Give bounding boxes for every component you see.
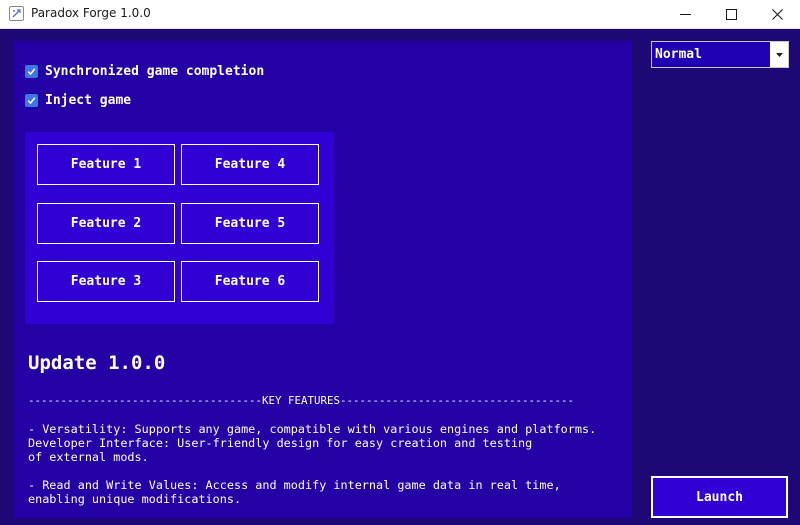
- minimize-button[interactable]: [662, 0, 708, 28]
- main-panel: Synchronized game completion Inject game…: [14, 41, 632, 518]
- feature-6-button[interactable]: Feature 6: [181, 261, 319, 302]
- maximize-button[interactable]: [708, 0, 754, 28]
- checkbox-checked-icon[interactable]: [25, 93, 38, 107]
- sync-completion-label: Synchronized game completion: [45, 63, 265, 79]
- launch-button[interactable]: Launch: [651, 476, 788, 518]
- feature-2-button[interactable]: Feature 2: [37, 203, 175, 244]
- features-grid: Feature 1 Feature 2 Feature 3 Feature 4 …: [25, 132, 334, 324]
- feature-1-button[interactable]: Feature 1: [37, 144, 175, 185]
- inject-game-checkbox[interactable]: Inject game: [25, 91, 131, 109]
- update-title: Update 1.0.0: [28, 352, 166, 374]
- mode-dropdown[interactable]: Normal: [651, 41, 789, 68]
- close-button[interactable]: [754, 0, 800, 28]
- mode-selected-value: Normal: [655, 47, 702, 62]
- inject-game-label: Inject game: [45, 92, 132, 108]
- close-icon: [771, 8, 783, 20]
- sync-completion-checkbox[interactable]: Synchronized game completion: [25, 62, 264, 80]
- dropdown-arrow-icon[interactable]: [770, 42, 788, 67]
- feature-4-button[interactable]: Feature 4: [181, 144, 319, 185]
- release-notes: - Versatility: Supports any game, compat…: [28, 422, 597, 506]
- maximize-icon: [725, 8, 737, 20]
- title-bar: Paradox Forge 1.0.0: [0, 0, 800, 29]
- checkbox-checked-icon[interactable]: [25, 64, 38, 78]
- feature-3-button[interactable]: Feature 3: [37, 261, 175, 302]
- app-logo-icon: [9, 6, 24, 21]
- minimize-icon: [679, 13, 691, 15]
- feature-5-button[interactable]: Feature 5: [181, 203, 319, 244]
- window-title: Paradox Forge 1.0.0: [31, 6, 151, 20]
- key-features-divider: ------------------------------------KEY …: [28, 394, 575, 407]
